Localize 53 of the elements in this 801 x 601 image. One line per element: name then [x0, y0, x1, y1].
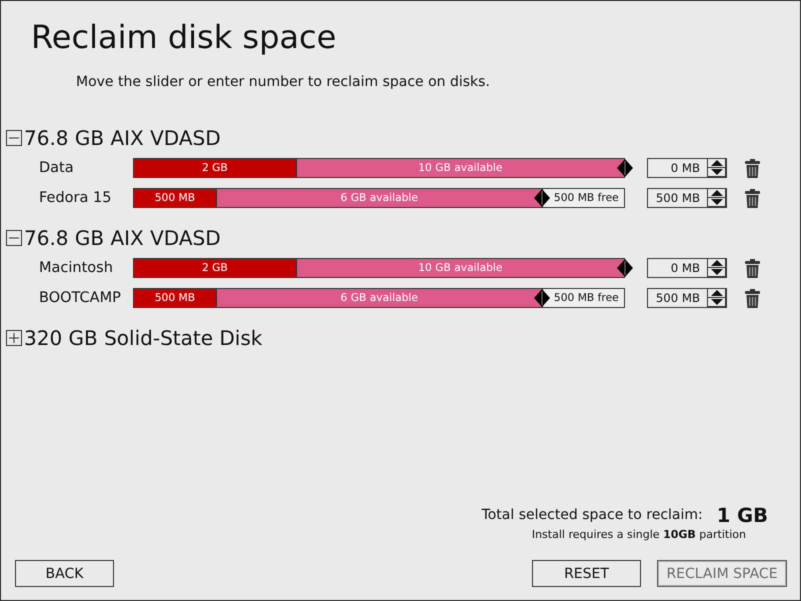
total-label: Total selected space to reclaim:: [482, 507, 703, 523]
disk-name: 320 GB Solid-State Disk: [24, 326, 262, 350]
amount-field[interactable]: 0 MB: [647, 258, 707, 278]
total-value: 1 GB: [716, 504, 768, 526]
spin-up-button[interactable]: [707, 258, 727, 268]
used-space-bar: 2 GB: [134, 159, 296, 177]
trash-icon[interactable]: [745, 288, 760, 308]
partition-name: Fedora 15: [38, 190, 112, 206]
partition-name: Data: [38, 160, 75, 176]
collapse-box-icon[interactable]: [6, 230, 22, 246]
down-triangle-icon: [710, 199, 722, 205]
trash-icon[interactable]: [745, 258, 760, 278]
slider-handle[interactable]: [617, 159, 633, 177]
trash-icon[interactable]: [745, 158, 760, 178]
available-space-bar: 6 GB available: [216, 189, 542, 207]
spin-down-button[interactable]: [707, 268, 727, 278]
disk-name: 76.8 GB AIX VDASD: [24, 226, 221, 250]
collapse-box-icon[interactable]: [6, 130, 22, 146]
up-triangle-icon: [710, 160, 722, 166]
used-space-bar: 2 GB: [134, 259, 296, 277]
amount-field[interactable]: 500 MB: [647, 188, 707, 208]
amount-field[interactable]: 0 MB: [647, 158, 707, 178]
spin-up-button[interactable]: [707, 288, 727, 298]
slider-handle[interactable]: [534, 289, 550, 307]
up-triangle-icon: [710, 260, 722, 266]
down-triangle-icon: [710, 299, 722, 305]
partition-name: Macintosh: [38, 260, 114, 276]
spin-down-button[interactable]: [707, 198, 727, 208]
spin-down-button[interactable]: [707, 168, 727, 178]
up-triangle-icon: [710, 290, 722, 296]
disk-name: 76.8 GB AIX VDASD: [24, 126, 221, 150]
available-space-bar: 10 GB available: [296, 159, 624, 177]
used-space-bar: 500 MB: [134, 189, 216, 207]
trash-icon[interactable]: [745, 188, 760, 208]
page-title: Reclaim disk space: [30, 17, 338, 58]
down-triangle-icon: [710, 269, 722, 275]
amount-field[interactable]: 500 MB: [647, 288, 707, 308]
spin-down-button[interactable]: [707, 298, 727, 308]
used-space-bar: 500 MB: [134, 289, 216, 307]
spin-up-button[interactable]: [707, 188, 727, 198]
back-button[interactable]: BACK: [15, 560, 114, 587]
up-triangle-icon: [710, 190, 722, 196]
instruction-text: Move the slider or enter number to reclaim space on disks.: [76, 73, 491, 92]
partition-name: BOOTCAMP: [38, 290, 122, 306]
slider-handle[interactable]: [617, 259, 633, 277]
available-space-bar: 10 GB available: [296, 259, 624, 277]
available-space-bar: 6 GB available: [216, 289, 542, 307]
requirement-note: Install requires a single 10GB partition: [532, 527, 746, 543]
reset-button[interactable]: RESET: [532, 560, 641, 587]
spin-up-button[interactable]: [707, 158, 727, 168]
expand-box-icon[interactable]: [6, 330, 22, 346]
down-triangle-icon: [710, 169, 722, 175]
slider-handle[interactable]: [534, 189, 550, 207]
